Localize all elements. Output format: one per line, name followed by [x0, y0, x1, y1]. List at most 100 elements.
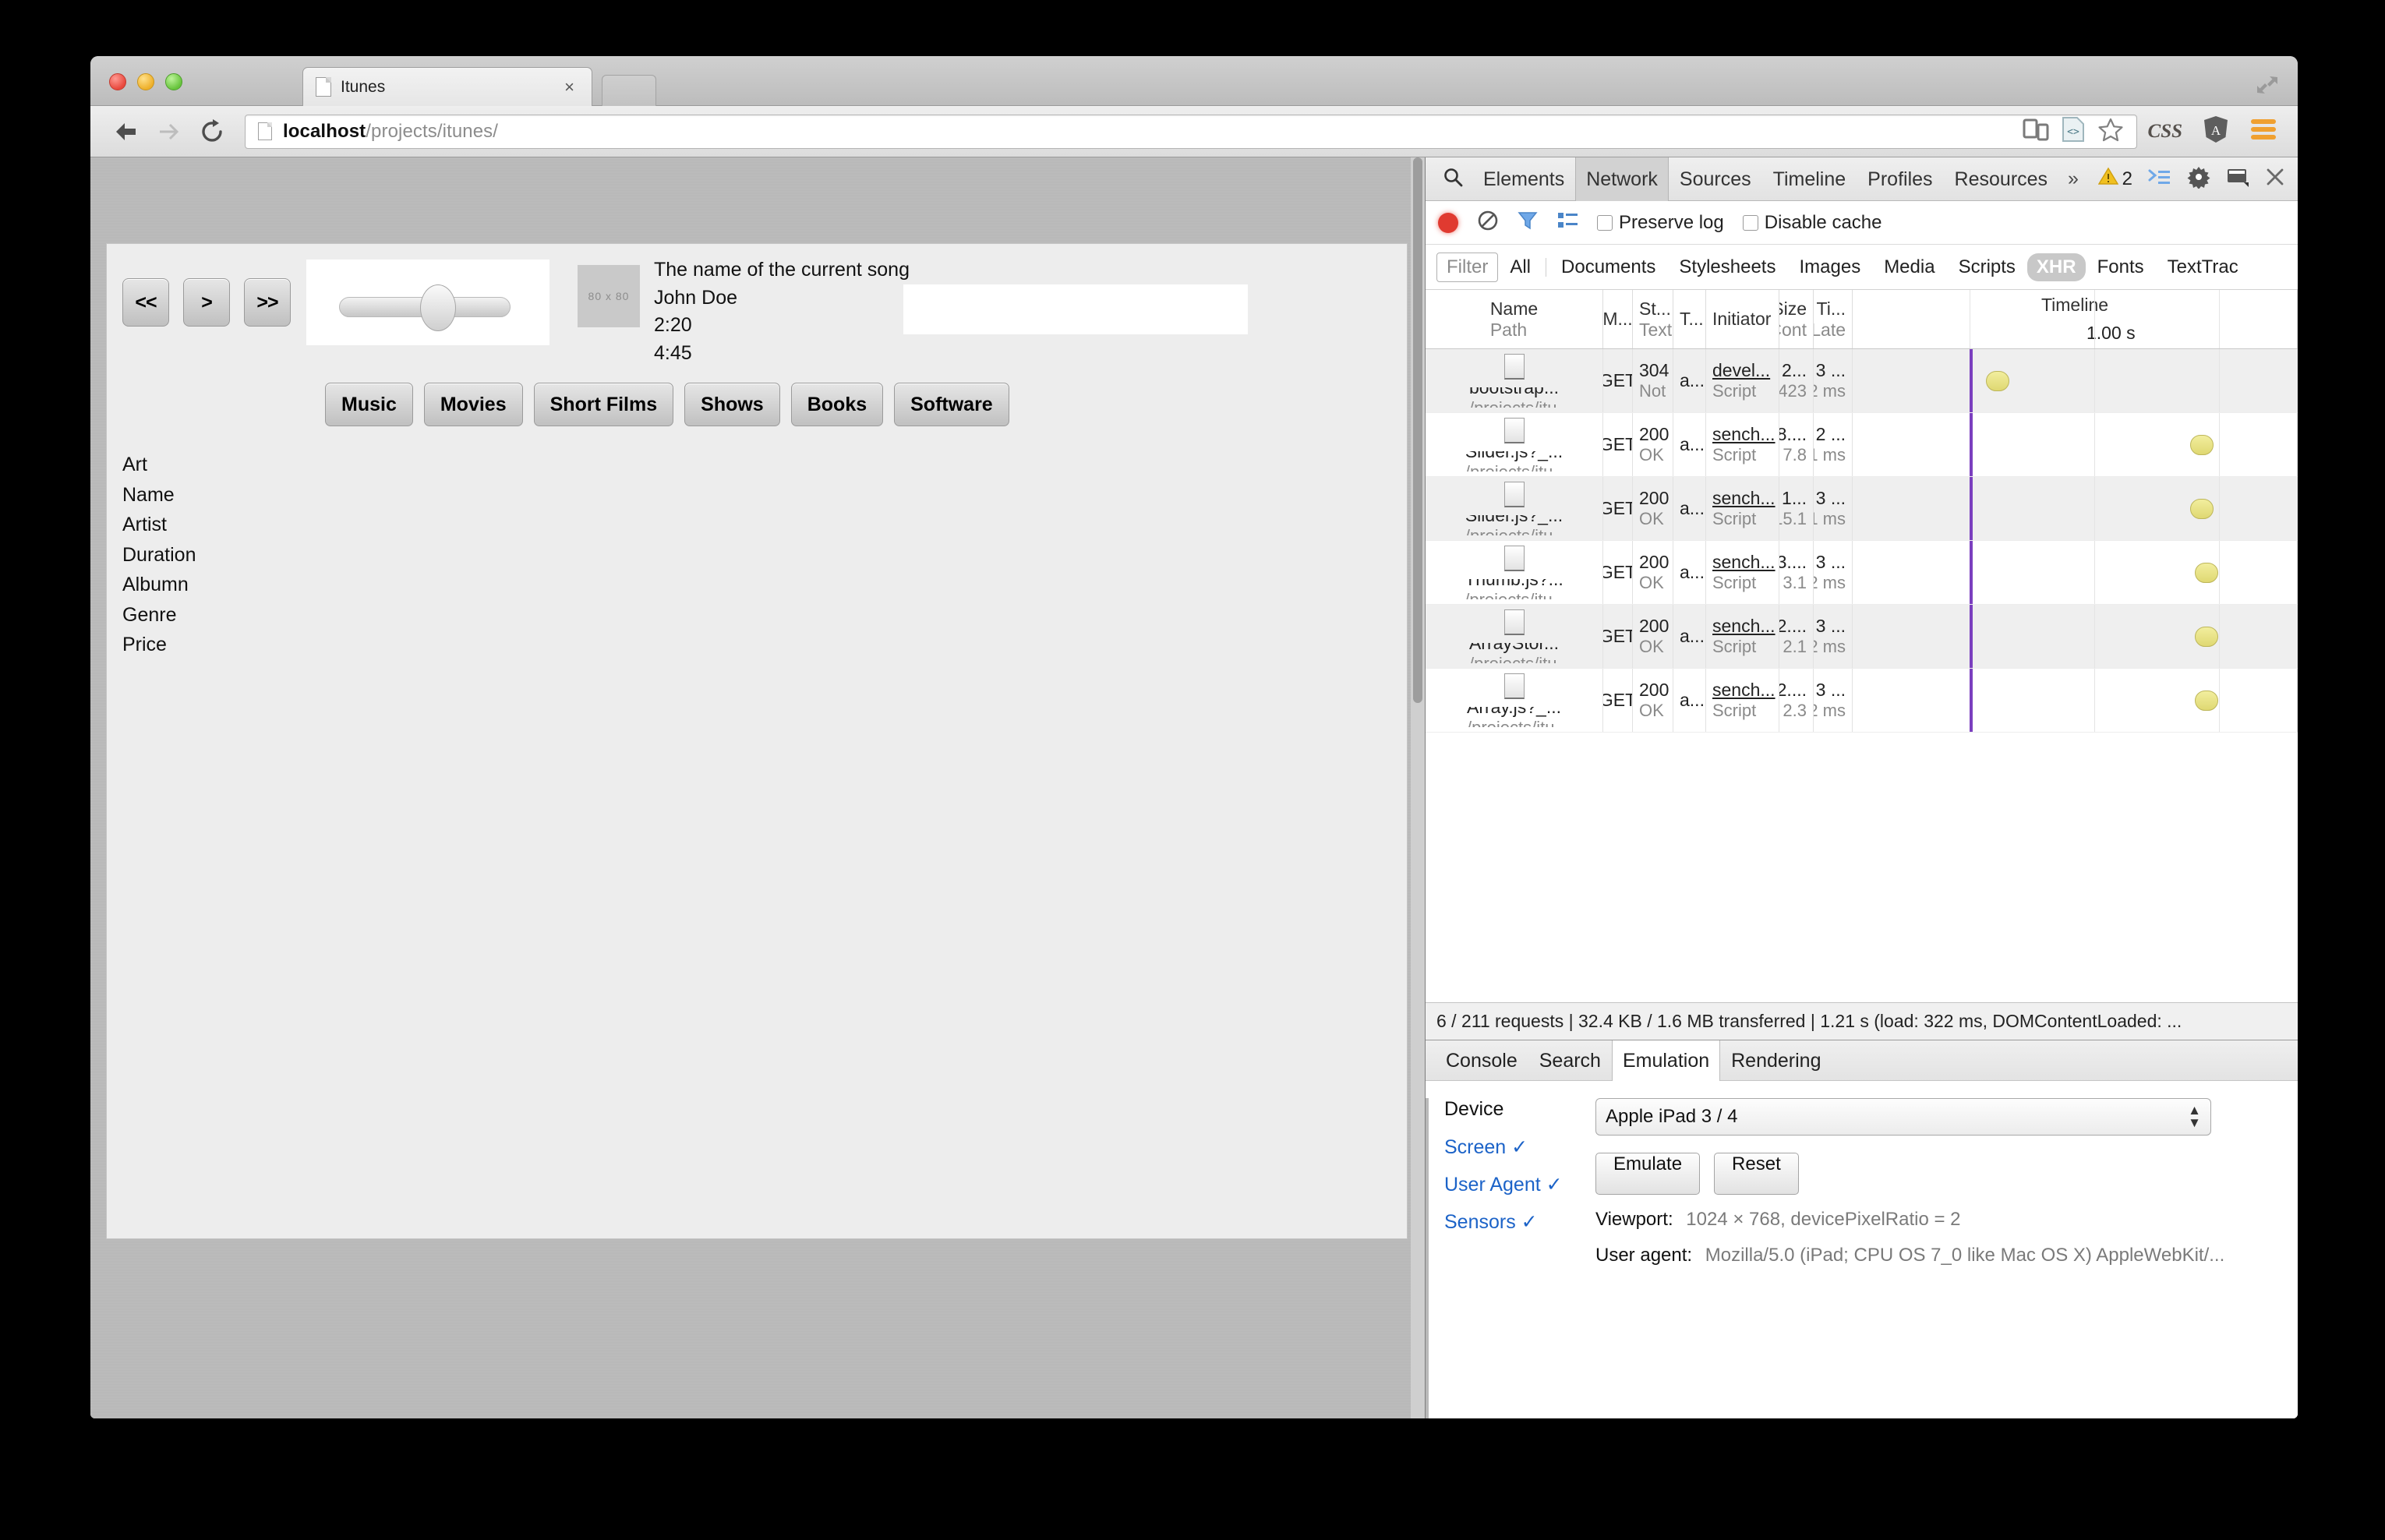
scrollbar-thumb[interactable] [1413, 157, 1422, 703]
filter-input[interactable]: Filter [1436, 252, 1499, 282]
drawer-tab-emulation[interactable]: Emulation [1611, 1040, 1721, 1081]
filter-media[interactable]: Media [1872, 256, 1946, 278]
filter-funnel-icon[interactable] [1518, 210, 1538, 235]
filter-xhr[interactable]: XHR [2026, 253, 2086, 281]
page-scrollbar[interactable] [1411, 157, 1425, 1418]
category-button-movies[interactable]: Movies [423, 383, 523, 426]
category-button-books[interactable]: Books [790, 383, 884, 426]
console-drawer-icon[interactable] [2148, 168, 2171, 190]
column-header-initiator[interactable]: Initiator [1706, 290, 1779, 348]
filter-scripts[interactable]: Scripts [1947, 256, 2027, 278]
table-row[interactable]: ArrayStor.../projects/ituGET200OKa...sen… [1426, 605, 2298, 669]
table-row[interactable]: Array.js?_.../projects/ituGET200OKa...se… [1426, 669, 2298, 733]
category-button-shortfilms[interactable]: Short Films [533, 383, 674, 426]
table-row[interactable]: Thumb.js?.../projects/ituGET200OKa...sen… [1426, 541, 2298, 605]
column-header-timeline[interactable]: Timeline 1.00 s [1853, 290, 2298, 348]
tab-elements[interactable]: Elements [1472, 157, 1575, 201]
cell-name[interactable]: Thumb.js?.../projects/itu [1426, 541, 1603, 604]
column-header-method[interactable]: M... [1603, 290, 1633, 348]
devtools-search-icon[interactable] [1433, 167, 1472, 191]
browser-tab-itunes[interactable]: Itunes × [302, 67, 592, 106]
cell-name[interactable]: Array.js?_.../projects/itu [1426, 669, 1603, 732]
disable-cache-checkbox[interactable]: Disable cache [1742, 212, 1882, 234]
clear-icon[interactable] [1477, 210, 1499, 235]
tab-profiles[interactable]: Profiles [1857, 157, 1943, 201]
chrome-menu-icon[interactable] [2249, 118, 2277, 145]
filter-texttracks[interactable]: TextTrac [2156, 256, 2250, 278]
more-tabs-chevron-icon[interactable]: » [2058, 168, 2088, 190]
column-header-type[interactable]: T... [1673, 290, 1706, 348]
drawer-tab-search[interactable]: Search [1528, 1040, 1612, 1081]
gear-icon[interactable] [2187, 165, 2210, 192]
close-tab-icon[interactable]: × [555, 77, 584, 97]
use-large-rows-icon[interactable] [1556, 210, 1578, 235]
cell-initiator[interactable]: sench... Script [1706, 605, 1779, 668]
view-source-icon[interactable]: <> [2062, 116, 2085, 147]
device-select[interactable]: Apple iPad 3 / 4 ▲ ▼ [1595, 1098, 2211, 1136]
checkbox-box[interactable] [1597, 214, 1613, 231]
tab-resources[interactable]: Resources [1944, 157, 2059, 201]
volume-slider[interactable] [306, 260, 549, 345]
device-mode-icon[interactable] [2023, 118, 2049, 145]
next-track-button[interactable]: >> [244, 278, 291, 327]
filter-all[interactable]: All [1498, 256, 1542, 278]
play-button[interactable]: > [183, 278, 230, 327]
table-row[interactable]: Slider.js?_.../projects/ituGET200OKa...s… [1426, 413, 2298, 477]
emulation-link-screen[interactable]: Screen ✓ [1444, 1136, 1595, 1173]
new-tab-button[interactable] [602, 75, 656, 106]
forward-arrow-icon[interactable] [151, 114, 187, 150]
bookmark-star-icon[interactable] [2097, 117, 2124, 146]
tab-timeline[interactable]: Timeline [1762, 157, 1857, 201]
address-bar[interactable]: localhost/projects/itunes/ <> [245, 114, 2137, 149]
table-row[interactable]: bootstrap.../projects/ituGET304Not a...d… [1426, 349, 2298, 413]
emulate-button[interactable]: Emulate [1595, 1153, 1701, 1195]
table-row[interactable]: Slider.js?_.../projects/ituGET200OKa...s… [1426, 477, 2298, 541]
checkbox-box[interactable] [1742, 214, 1758, 231]
column-header-time[interactable]: Ti... Late [1814, 290, 1853, 348]
request-path: /projects/itu [1468, 397, 1557, 408]
zoom-window-button[interactable] [165, 73, 182, 90]
emulation-link-sensors[interactable]: Sensors ✓ [1444, 1210, 1595, 1248]
filter-images[interactable]: Images [1787, 256, 1872, 278]
cell-initiator[interactable]: sench... Script [1706, 669, 1779, 732]
search-input[interactable] [903, 284, 1248, 334]
category-button-shows[interactable]: Shows [684, 383, 780, 426]
category-button-music[interactable]: Music [325, 383, 413, 426]
cell-initiator[interactable]: sench... Script [1706, 413, 1779, 476]
back-arrow-icon[interactable] [108, 114, 143, 150]
tab-network[interactable]: Network [1575, 157, 1669, 201]
reload-icon[interactable] [195, 114, 231, 150]
filter-fonts[interactable]: Fonts [2086, 256, 2156, 278]
cell-initiator[interactable]: sench... Script [1706, 541, 1779, 604]
column-header-name[interactable]: Name Path [1426, 290, 1603, 348]
preserve-log-checkbox[interactable]: Preserve log [1597, 212, 1724, 234]
warning-count-badge[interactable]: 2 [2097, 167, 2132, 191]
cell-name[interactable]: Slider.js?_.../projects/itu [1426, 413, 1603, 476]
dock-position-icon[interactable] [2226, 167, 2249, 191]
close-devtools-icon[interactable] [2265, 167, 2285, 191]
reset-button[interactable]: Reset [1714, 1153, 1799, 1195]
minimize-window-button[interactable] [137, 73, 154, 90]
slider-thumb[interactable] [420, 284, 456, 331]
drawer-tab-rendering[interactable]: Rendering [1720, 1040, 1832, 1081]
angularjs-extension-icon[interactable]: A [2203, 115, 2229, 148]
filter-stylesheets[interactable]: Stylesheets [1667, 256, 1787, 278]
css-extension-icon[interactable]: CSS [2148, 121, 2182, 143]
cell-initiator[interactable]: sench... Script [1706, 477, 1779, 540]
table-body[interactable]: bootstrap.../projects/ituGET304Not a...d… [1426, 349, 2298, 1002]
cell-initiator[interactable]: devel... Script [1706, 349, 1779, 412]
fullscreen-icon[interactable] [2254, 73, 2281, 97]
record-button[interactable] [1438, 212, 1458, 233]
cell-name[interactable]: Slider.js?_.../projects/itu [1426, 477, 1603, 540]
filter-documents[interactable]: Documents [1549, 256, 1667, 278]
column-header-size[interactable]: SizeCont [1779, 290, 1814, 348]
close-window-button[interactable] [109, 73, 126, 90]
previous-track-button[interactable]: << [122, 278, 169, 327]
column-header-status[interactable]: St... Text [1633, 290, 1673, 348]
drawer-tab-console[interactable]: Console [1435, 1040, 1528, 1081]
emulation-link-user-agent[interactable]: User Agent ✓ [1444, 1173, 1595, 1210]
tab-sources[interactable]: Sources [1669, 157, 1762, 201]
cell-name[interactable]: ArrayStor.../projects/itu [1426, 605, 1603, 668]
cell-name[interactable]: bootstrap.../projects/itu [1426, 349, 1603, 412]
category-button-software[interactable]: Software [894, 383, 1009, 426]
